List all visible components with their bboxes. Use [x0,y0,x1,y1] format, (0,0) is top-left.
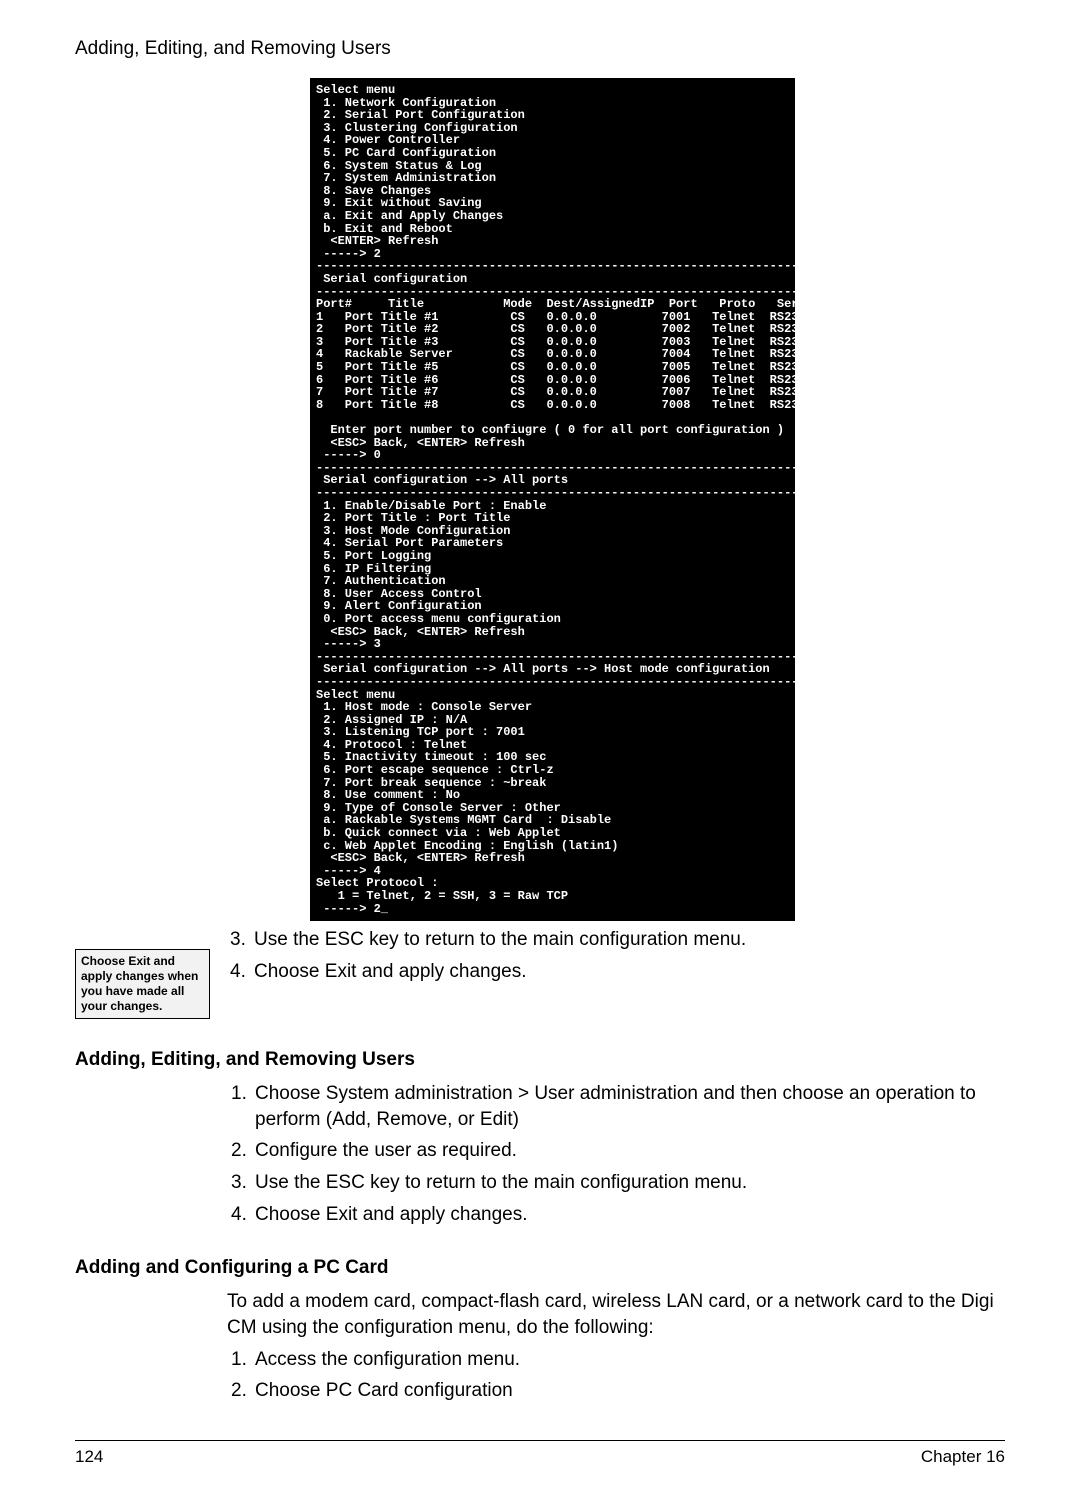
list-item: 2. Configure the user as required. [227,1138,1005,1164]
step-text: Choose System administration > User admi… [255,1081,1005,1132]
page-footer: 124 Chapter 16 [75,1440,1005,1467]
chapter-label: Chapter 16 [921,1447,1005,1467]
body-column: 3. Use the ESC key to return to the main… [210,927,1005,990]
step-list-pccard: 1. Access the configuration menu. 2. Cho… [227,1347,1005,1404]
step-number: 4. [227,1202,255,1228]
step-number: 1. [227,1081,255,1132]
margin-note: Choose Exit and apply changes when you h… [75,949,210,1019]
page: Adding, Editing, and Removing Users Sele… [0,0,1080,1507]
step-number: 1. [227,1347,255,1373]
list-item: 3. Use the ESC key to return to the main… [226,927,1005,953]
list-item: 1. Access the configuration menu. [227,1347,1005,1373]
step-text: Access the configuration menu. [255,1347,520,1373]
section-body-pccard: To add a modem card, compact-flash card,… [227,1289,1005,1404]
list-item: 2. Choose PC Card configuration [227,1378,1005,1404]
step-text: Choose PC Card configuration [255,1378,513,1404]
step-number: 2. [227,1378,255,1404]
list-item: 3. Use the ESC key to return to the main… [227,1170,1005,1196]
step-list-users: 1. Choose System administration > User a… [227,1081,1005,1227]
step-list-top: 3. Use the ESC key to return to the main… [226,927,1005,984]
step-number: 3. [227,1170,255,1196]
section-heading-pccard: Adding and Configuring a PC Card [75,1257,1005,1279]
step-text: Use the ESC key to return to the main co… [255,1170,747,1196]
list-item: 1. Choose System administration > User a… [227,1081,1005,1132]
intro-paragraph: To add a modem card, compact-flash card,… [227,1289,1005,1340]
section-heading-users: Adding, Editing, and Removing Users [75,1049,1005,1071]
step-number: 4. [226,959,254,985]
step-number: 2. [227,1138,255,1164]
step-text: Choose Exit and apply changes. [255,1202,528,1228]
running-header: Adding, Editing, and Removing Users [75,38,1005,60]
step-number: 3. [226,927,254,953]
list-item: 4. Choose Exit and apply changes. [227,1202,1005,1228]
terminal-screenshot: Select menu 1. Network Configuration 2. … [310,78,795,921]
page-number: 124 [75,1447,103,1467]
step-text: Choose Exit and apply changes. [254,959,527,985]
section-body-users: 1. Choose System administration > User a… [227,1081,1005,1227]
content-row: Choose Exit and apply changes when you h… [75,927,1005,1019]
step-text: Use the ESC key to return to the main co… [254,927,746,953]
step-text: Configure the user as required. [255,1138,517,1164]
list-item: 4. Choose Exit and apply changes. [226,959,1005,985]
margin-column: Choose Exit and apply changes when you h… [75,927,210,1019]
